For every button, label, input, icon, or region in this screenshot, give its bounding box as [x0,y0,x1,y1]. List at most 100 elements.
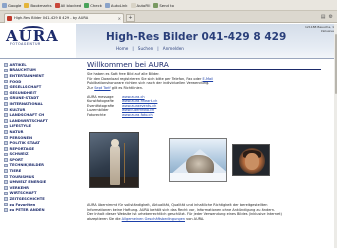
link-icon [104,2,110,8]
intro-line: Sie haben es Satt free Bild auf alle Bil… [87,72,160,76]
browser-toolbar: Google Bookmarks All blocked Check AutoL… [0,0,337,11]
bookmarks-toolbar-item[interactable]: Bookmarks [24,2,52,8]
google-toolbar-item[interactable]: Google [2,2,21,8]
sidebar-item-label: VERKEHR [9,185,30,190]
sendto-toolbar-item[interactable]: Send to [153,2,174,8]
nav-home[interactable]: Home [116,46,128,51]
tools-icon[interactable]: ⚙ [329,14,333,20]
folder-icon [4,74,8,78]
sidebar-item-label: GRÜNE-STADT [9,96,39,101]
autofill-toolbar-item[interactable]: AutoFill [130,2,150,8]
photo-thumbnail-fantasy[interactable] [89,132,139,188]
nav-suchen[interactable]: Suchen [138,46,154,51]
google-icon [2,2,7,8]
sidebar-item-label: LANDWIRTSCHAFT [9,118,48,123]
sidebar-item-label: INTERNATIONAL [9,101,43,106]
folder-icon [4,135,8,140]
photo-head [111,139,119,147]
favicon-icon [7,16,12,21]
photo-face [245,153,259,170]
header-divider [0,58,337,59]
folder-icon [4,169,8,173]
intro-line: Für den Download registrieren Sie sich b… [87,76,202,81]
page-title: High-Res Bilder 041-429 8 429 [106,31,287,43]
logo-subtitle: FOTOAGENTUR [10,42,41,46]
contact-label: Fotorechte [87,112,106,117]
star-icon [24,2,30,8]
visit-counter-line: Inklusive [320,28,334,33]
folder-icon [4,102,8,106]
popup-blocker-item[interactable]: All blocked [54,2,81,8]
autofill-icon [130,2,136,8]
main-content: Willkommen bei AURA Sie haben es Satt fr… [86,60,332,246]
photo-figure [110,145,120,185]
photo-snow [170,173,226,181]
photo-thumbnail-mountain[interactable] [169,138,227,182]
nav-anmelden[interactable]: Anmelden [163,46,184,51]
photo-thumbnail-portrait[interactable] [232,144,270,176]
sidebar-item-label: ENTERTAINMENT [9,73,45,78]
check-toolbar-item[interactable]: Check [84,2,102,8]
sidebar-item-label: UMWELT ENERGIE [9,180,47,185]
new-tab-button[interactable]: + [126,14,135,22]
intro-line: Publikationshonorare richten sich nach d… [87,81,210,86]
nav-separator: | [132,46,134,51]
welcome-underline [87,69,321,70]
folder-icon [4,180,8,185]
disclaimer-line: Der Inhalt dieser Website ist urheberrec… [87,212,282,217]
disclaimer-line: von AURA. [186,216,205,221]
folder-icon [4,68,8,73]
folder-icon [4,174,8,179]
tarif-link[interactable]: Sept Tarif [94,86,110,90]
folder-icon [4,202,8,207]
aura-logo[interactable]: AURA FOTOAGENTUR [4,26,74,49]
folder-icon [4,141,8,145]
header-banner: High-Res Bilder 041-429 8 429 Home | Suc… [76,24,337,58]
folder-icon [4,113,8,117]
folder-icon [4,197,8,201]
category-sidebar: ARTIKEL BRAUCHTUM ENTERTAINMENT FOOD GESELLS… [4,62,74,248]
page-icon[interactable]: ▤ [321,14,326,20]
sidebar-item-label: SPORT [9,157,24,162]
block-icon [54,2,60,8]
folder-icon [4,107,8,112]
sidebar-item-label: KULTUR [9,107,26,112]
disclaimer-line: akzeptieren Sie die [87,216,121,221]
sidebar-item-label: zu PETER ANDEN [9,208,45,213]
sidebar-item-label: SCHWEIZ [9,152,29,157]
folder-icon [4,118,8,123]
sidebar-item-label: POLITIK STAAT [9,141,40,146]
sidebar-item-label: WIRTSCHAFT [9,191,37,196]
folder-icon [4,63,8,67]
web-page: AURA FOTOAGENTUR High-Res Bilder 041-429… [0,24,337,248]
agb-link[interactable]: Allgemeinen Geschäftsbedingungen [122,217,185,221]
autolink-toolbar-item[interactable]: AutoLink [104,2,128,8]
folder-icon [4,85,8,89]
scrollbar-thumb[interactable] [334,34,337,94]
contact-list: AURA message www.aura.ch Kunstfotografie ww… [87,95,237,117]
sidebar-item-label: TECHNIK/BILDER [9,163,44,168]
sidebar-item-label: zu Favoriten [9,202,36,207]
intro-text: Sie haben es Satt free Bild auf alle Bil… [87,72,312,90]
tab-strip: High-Res Bilder 041-429 8 429 - by AURA … [0,11,337,23]
folder-icon [4,130,8,134]
contact-link[interactable]: www.aura-foto.ch [122,113,153,117]
folder-icon [4,124,8,129]
folder-icon [4,186,8,190]
nav-separator: | [157,46,159,51]
sidebar-item-label: TOURISMUS [9,174,35,179]
sidebar-item-label: ZEITGESCHICHTE [9,197,45,202]
sidebar-item-label: LIFESTYLE [9,124,31,129]
visit-counter: 121188 Besuche, 1 Inklusive [305,25,334,33]
close-tab-icon[interactable]: × [118,14,121,23]
folder-icon [4,96,8,101]
sidebar-item[interactable]: zu PETER ANDEN [4,207,74,213]
intro-line: gilt es Richtlinien. [111,85,144,90]
folder-icon [4,79,8,84]
photo-staff [124,143,126,183]
email-link[interactable]: E-Mail [203,77,214,81]
tab-title: High-Res Bilder 041-429 8 429 - by AURA [14,16,89,20]
sidebar-item-label: TIERE [9,169,22,174]
browser-tab[interactable]: High-Res Bilder 041-429 8 429 - by AURA … [4,13,124,23]
send-icon [153,2,159,8]
